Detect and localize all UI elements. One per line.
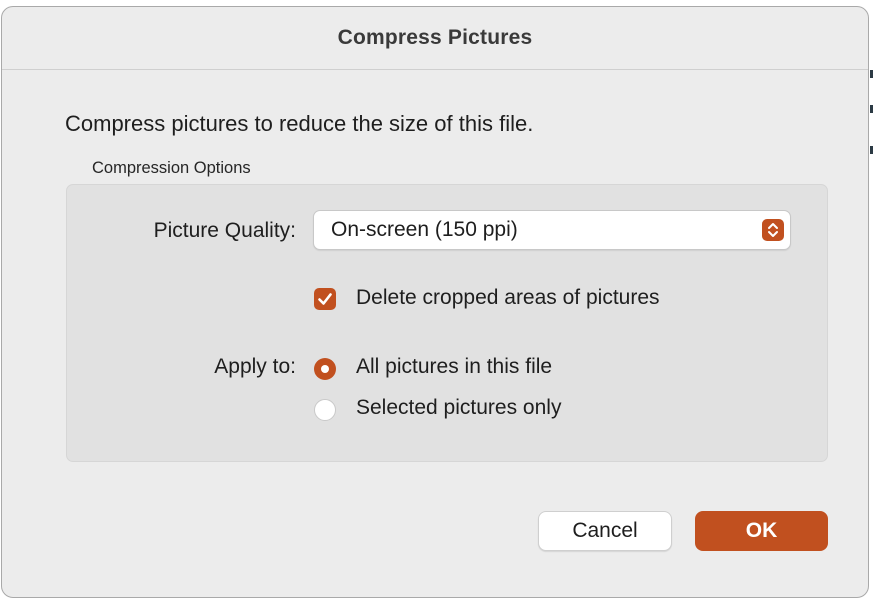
delete-cropped-checkbox[interactable] <box>314 288 336 310</box>
radio-selected-pictures-label[interactable]: Selected pictures only <box>356 396 561 420</box>
radio-all-pictures[interactable] <box>314 358 336 380</box>
apply-to-label: Apply to: <box>214 355 296 378</box>
picture-quality-label: Picture Quality: <box>153 219 296 242</box>
dialog-description: Compress pictures to reduce the size of … <box>65 111 534 136</box>
radio-all-pictures-label[interactable]: All pictures in this file <box>356 355 552 379</box>
radio-selected-pictures[interactable] <box>314 399 336 421</box>
dialog-title: Compress Pictures <box>337 26 533 49</box>
ok-button[interactable]: OK <box>695 511 828 551</box>
background-mark <box>870 146 873 154</box>
picture-quality-value: On-screen (150 ppi) <box>331 218 518 241</box>
delete-cropped-label[interactable]: Delete cropped areas of pictures <box>356 286 660 310</box>
chevron-up-down-icon <box>762 219 784 241</box>
picture-quality-select[interactable]: On-screen (150 ppi) <box>313 210 791 250</box>
background-mark <box>870 105 873 113</box>
cancel-button[interactable]: Cancel <box>538 511 672 551</box>
compression-options-label: Compression Options <box>92 159 251 177</box>
dialog-titlebar: Compress Pictures <box>2 7 868 70</box>
background-mark <box>870 70 873 78</box>
checkmark-icon <box>318 293 332 305</box>
